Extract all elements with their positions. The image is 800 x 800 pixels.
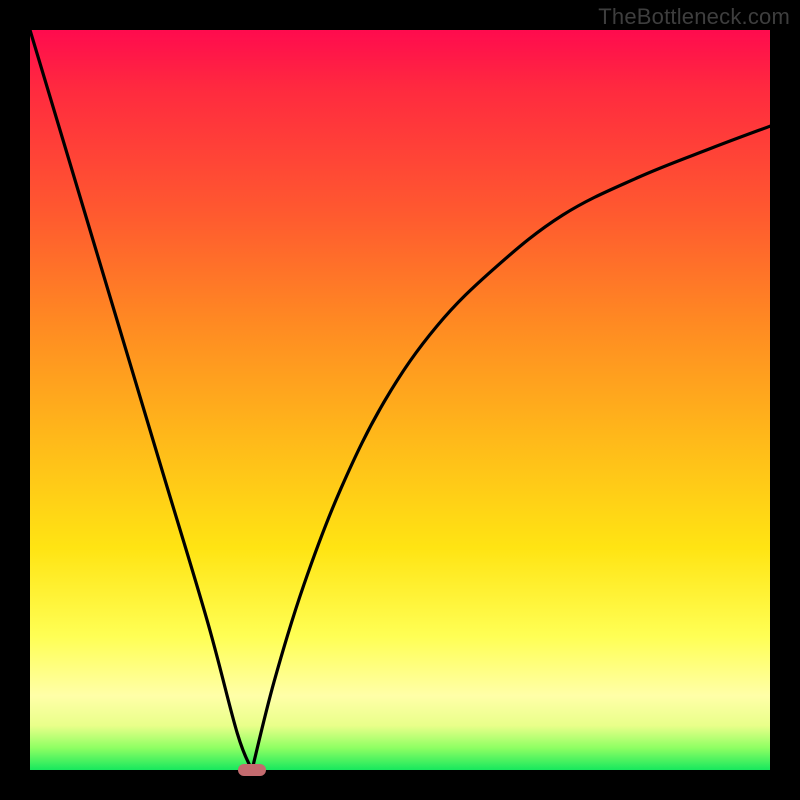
curve-svg [30, 30, 770, 770]
plot-area [30, 30, 770, 770]
optimum-marker [238, 764, 266, 776]
curve-right [252, 126, 770, 770]
watermark-text: TheBottleneck.com [598, 4, 790, 30]
curve-left [30, 30, 252, 770]
chart-frame: TheBottleneck.com [0, 0, 800, 800]
